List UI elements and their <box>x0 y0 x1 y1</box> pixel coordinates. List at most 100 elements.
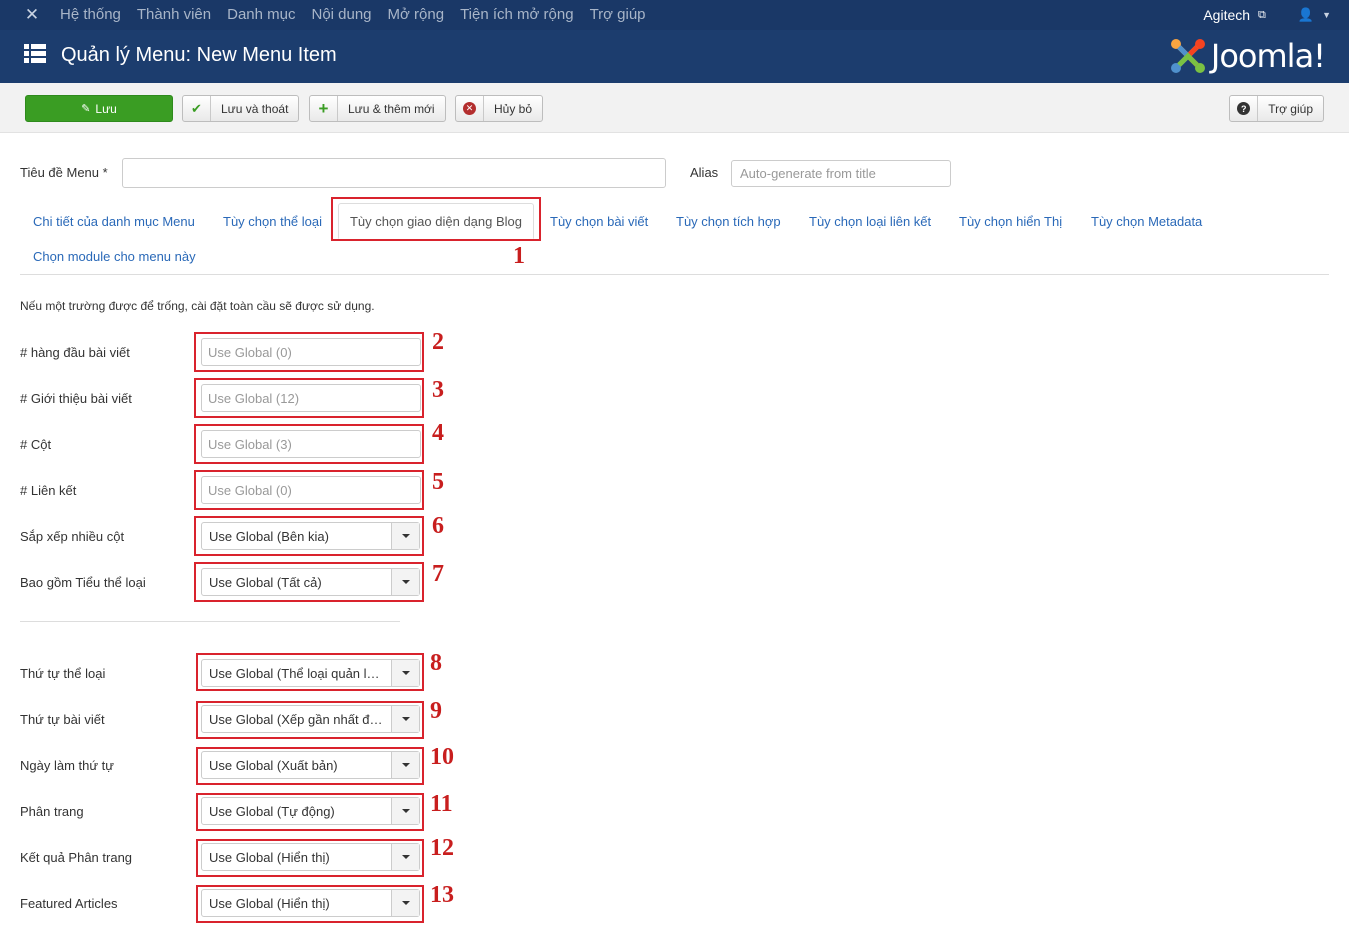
top-menu: Hệ thống Thành viên Danh mục Nội dung Mở… <box>52 0 654 30</box>
edit-icon: ✎ <box>81 103 91 115</box>
field-label: # Liên kết <box>20 483 77 498</box>
annotation-box <box>331 197 541 241</box>
multi-column-order-select[interactable]: Use Global (Bên kia) <box>201 522 420 550</box>
leading-articles-input[interactable]: Use Global (0) <box>201 338 421 366</box>
caret-down-icon[interactable]: ▼ <box>1322 10 1331 20</box>
page-title: Quản lý Menu: New Menu Item <box>61 44 337 66</box>
site-name-link[interactable]: Agitech <box>1203 7 1250 23</box>
select-value: Use Global (Bên kia) <box>209 528 329 544</box>
date-order-select[interactable]: Use Global (Xuất bản) <box>201 751 420 779</box>
chevron-down-icon <box>391 844 419 870</box>
help-label: Trợ giúp <box>1268 101 1313 116</box>
alias-label: Alias <box>690 165 719 180</box>
user-icon[interactable]: 👤 <box>1298 7 1314 23</box>
list-icon <box>24 44 46 64</box>
annotation-number: 8 <box>430 650 442 676</box>
tab-article-options[interactable]: Tùy chọn bài viết <box>550 214 648 229</box>
joomla-icon[interactable]: ✕ <box>16 0 48 30</box>
menu-content[interactable]: Nội dung <box>303 0 379 30</box>
annotation-number: 11 <box>430 791 453 817</box>
field-label: Phân trang <box>20 804 84 819</box>
field-label: Ngày làm thứ tự <box>20 758 114 773</box>
select-value: Use Global (Tất cả) <box>209 574 322 590</box>
joomla-logo-icon <box>1170 39 1205 73</box>
save-close-button[interactable]: ✔ Lưu và thoát <box>182 95 300 122</box>
tab-module-assignment[interactable]: Chọn module cho menu này <box>33 249 196 264</box>
plus-icon: + <box>310 96 338 121</box>
select-value: Use Global (Tự động) <box>209 803 335 819</box>
field-label: Kết quả Phân trang <box>20 850 133 865</box>
cancel-button[interactable]: ✕ Hủy bỏ <box>455 95 544 122</box>
top-navbar: ✕ Hệ thống Thành viên Danh mục Nội dung … <box>0 0 1349 30</box>
tab-divider <box>20 274 1329 275</box>
field-label: Thứ tự thể loại <box>20 666 106 681</box>
links-input[interactable]: Use Global (0) <box>201 476 421 504</box>
chevron-down-icon <box>391 569 419 595</box>
pagination-results-select[interactable]: Use Global (Hiển thị) <box>201 843 420 871</box>
featured-articles-select[interactable]: Use Global (Hiển thị) <box>201 889 420 917</box>
tab-category-options[interactable]: Tùy chọn thể loại <box>223 214 322 229</box>
annotation-number: 4 <box>432 420 444 446</box>
menu-title-input[interactable] <box>122 158 666 188</box>
annotation-number: 7 <box>432 561 444 587</box>
section-divider <box>20 621 400 622</box>
field-label: # Cột <box>20 437 52 452</box>
tab-integration-options[interactable]: Tùy chọn tích hợp <box>676 214 781 229</box>
select-value: Use Global (Thể loại quản lý Thứ tự) <box>209 665 391 681</box>
annotation-number: 9 <box>430 698 442 724</box>
menu-help[interactable]: Trợ giúp <box>582 0 654 30</box>
chevron-down-icon <box>391 752 419 778</box>
annotation-number: 10 <box>430 744 454 770</box>
menu-system[interactable]: Hệ thống <box>52 0 129 30</box>
annotation-number: 2 <box>432 329 444 355</box>
intro-articles-input[interactable]: Use Global (12) <box>201 384 421 412</box>
save-close-label: Lưu và thoát <box>221 101 289 116</box>
toolbar: ✎ Lưu ✔ Lưu và thoát + Lưu & thêm mới ✕ … <box>0 83 1349 133</box>
alias-input[interactable]: Auto-generate from title <box>731 160 951 187</box>
cancel-label: Hủy bỏ <box>494 101 533 116</box>
menu-menus[interactable]: Danh mục <box>219 0 303 30</box>
chevron-down-icon <box>391 706 419 732</box>
include-subcategories-select[interactable]: Use Global (Tất cả) <box>201 568 420 596</box>
joomla-wordmark: Joomla! <box>1210 37 1326 75</box>
help-button[interactable]: ? Trợ giúp <box>1229 95 1324 122</box>
annotation-number: 6 <box>432 513 444 539</box>
check-icon: ✔ <box>183 96 211 121</box>
field-label: Sắp xếp nhiều cột <box>20 529 125 544</box>
field-label: # hàng đầu bài viết <box>20 345 130 360</box>
save-label: Lưu <box>95 101 117 116</box>
cancel-icon: ✕ <box>456 96 484 121</box>
category-order-select[interactable]: Use Global (Thể loại quản lý Thứ tự) <box>201 659 420 687</box>
tab-link-type-options[interactable]: Tùy chọn loại liên kết <box>809 214 931 229</box>
tab-metadata[interactable]: Tùy chọn Metadata <box>1091 214 1202 229</box>
field-label: Bao gồm Tiểu thể loại <box>20 575 146 590</box>
select-value: Use Global (Hiển thị) <box>209 895 330 911</box>
annotation-number: 13 <box>430 882 454 908</box>
menu-components[interactable]: Mở rộng <box>380 0 453 30</box>
chevron-down-icon <box>391 798 419 824</box>
article-order-select[interactable]: Use Global (Xếp gần nhất đầu tiên) <box>201 705 420 733</box>
menu-extensions[interactable]: Tiện ích mở rộng <box>452 0 582 30</box>
menu-users[interactable]: Thành viên <box>129 0 219 30</box>
menu-title-label: Tiêu đề Menu * <box>20 165 108 180</box>
field-label: # Giới thiệu bài viết <box>20 391 132 406</box>
chevron-down-icon <box>391 660 419 686</box>
save-new-button[interactable]: + Lưu & thêm mới <box>309 95 446 122</box>
external-link-icon: ⧉ <box>1258 8 1266 21</box>
field-label: Featured Articles <box>20 896 118 911</box>
columns-input[interactable]: Use Global (3) <box>201 430 421 458</box>
pagination-select[interactable]: Use Global (Tự động) <box>201 797 420 825</box>
annotation-number: 5 <box>432 469 444 495</box>
question-icon: ? <box>1230 96 1259 121</box>
global-note: Nếu một trường được để trống, cài đặt to… <box>20 299 375 313</box>
tab-menu-details[interactable]: Chi tiết của danh mục Menu <box>33 214 195 229</box>
select-value: Use Global (Xếp gần nhất đầu tiên) <box>209 711 391 727</box>
save-button[interactable]: ✎ Lưu <box>25 95 173 122</box>
select-value: Use Global (Xuất bản) <box>209 757 338 773</box>
page-header: Quản lý Menu: New Menu Item Joomla! <box>0 30 1349 83</box>
tab-page-display[interactable]: Tùy chọn hiển Thị <box>959 214 1062 229</box>
annotation-number: 3 <box>432 377 444 403</box>
chevron-down-icon <box>391 890 419 916</box>
annotation-number: 12 <box>430 835 454 861</box>
joomla-logo: Joomla! <box>1169 37 1326 75</box>
